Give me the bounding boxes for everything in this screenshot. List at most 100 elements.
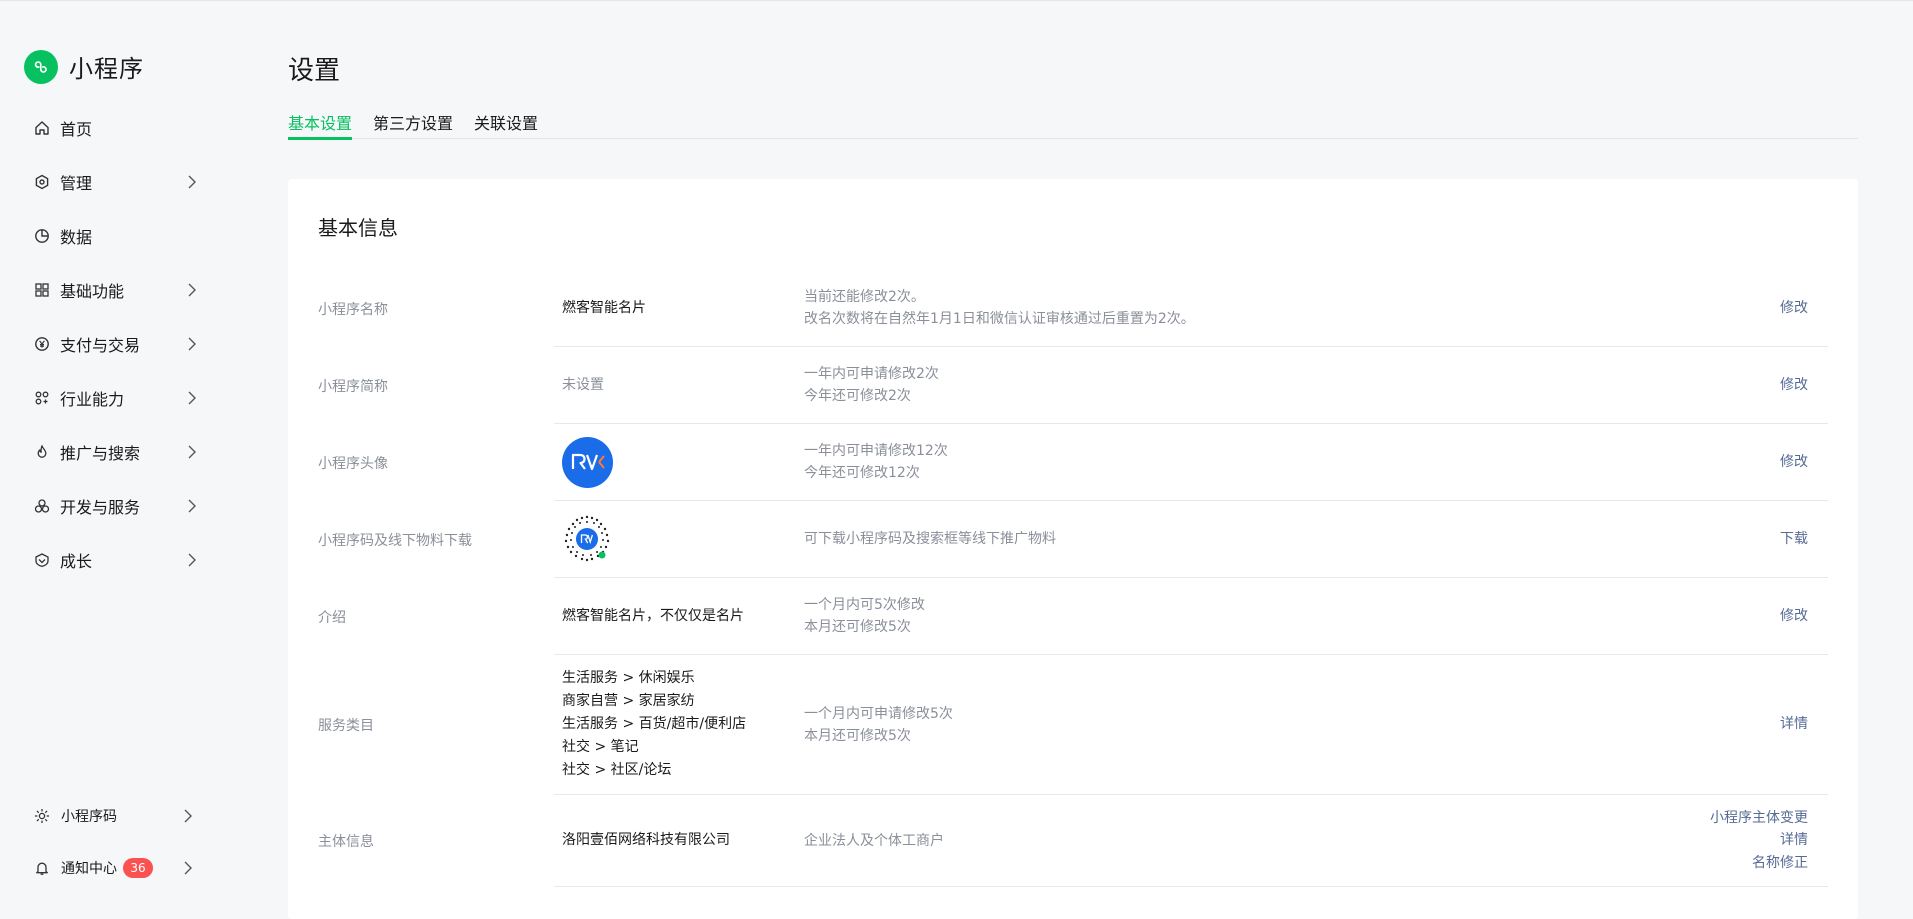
info-row-program-code: 小程序码及线下物料下载 可下载小程序码及搜索框等线下推广物料 下载: [318, 501, 1828, 578]
row-cell: 燃客智能名片 当前还能修改2次。 改名次数将在自然年1月1日和微信认证审核通过后…: [554, 270, 1828, 347]
sidebar-item-label: 基础功能: [60, 282, 125, 301]
sidebar-item-label: 推广与搜索: [60, 444, 141, 463]
row-cell: 燃客智能名片，不仅仅是名片 一个月内可5次修改 本月还可修改5次 修改: [554, 578, 1828, 655]
details-link[interactable]: 详情: [1668, 829, 1808, 852]
description-line: 一年内可申请修改12次: [804, 443, 948, 459]
row-label: 介绍: [318, 609, 346, 626]
modify-link[interactable]: 修改: [1668, 605, 1808, 628]
info-row-name: 小程序名称 燃客智能名片 当前还能修改2次。 改名次数将在自然年1月1日和微信认…: [318, 270, 1828, 347]
home-icon: [33, 119, 51, 137]
sidebar-item-mini-program-code[interactable]: 小程序码: [0, 790, 240, 842]
avatar: [562, 436, 613, 488]
row-value: 未设置: [562, 376, 604, 393]
row-description: 企业法人及个体工商户: [804, 830, 1668, 852]
sidebar-item-label: 行业能力: [60, 390, 125, 409]
info-row-avatar: 小程序头像 一年内可申请修改12次 今年还可修改12次 修改: [318, 424, 1828, 501]
sidebar-item-manage[interactable]: 管理: [0, 155, 240, 209]
sidebar-item-growth[interactable]: 成长: [0, 533, 240, 587]
modify-link[interactable]: 修改: [1668, 297, 1808, 320]
row-cell: 一年内可申请修改12次 今年还可修改12次 修改: [554, 424, 1828, 501]
sidebar-item-industry[interactable]: 行业能力: [0, 371, 240, 425]
basic-info-table: 小程序名称 燃客智能名片 当前还能修改2次。 改名次数将在自然年1月1日和微信认…: [318, 270, 1828, 887]
sidebar-item-label: 管理: [60, 174, 93, 193]
sidebar-item-label: 首页: [60, 120, 93, 139]
chevron-right-icon: [186, 282, 198, 298]
row-actions: 下载: [1668, 528, 1828, 551]
row-actions: 小程序主体变更 详情 名称修正: [1668, 807, 1828, 875]
modify-link[interactable]: 修改: [1668, 451, 1808, 474]
chevron-right-icon: [182, 860, 194, 876]
sidebar-item-home[interactable]: 首页: [0, 101, 240, 155]
modify-link[interactable]: 修改: [1668, 374, 1808, 397]
description-line: 本月还可修改5次: [804, 619, 911, 635]
row-cell: 可下载小程序码及搜索框等线下推广物料 下载: [554, 501, 1828, 578]
row-label: 主体信息: [318, 834, 374, 850]
description-line: 今年还可修改2次: [804, 388, 911, 404]
name-correction-link[interactable]: 名称修正: [1668, 852, 1808, 875]
page-title: 设置: [288, 56, 341, 86]
tab-associated-settings[interactable]: 关联设置: [474, 110, 538, 139]
grid-icon: [33, 281, 51, 299]
row-description: 一年内可申请修改12次 今年还可修改12次: [804, 440, 1668, 484]
sidebar-item-promotion[interactable]: 推广与搜索: [0, 425, 240, 479]
sidebar-item-data[interactable]: 数据: [0, 209, 240, 263]
brand[interactable]: 小程序: [24, 49, 144, 84]
manage-icon: [33, 173, 51, 191]
sidebar: 小程序 首页 管理 数据 基础功能 支付与交易 行业能力 推广与搜索 开发与服务…: [0, 0, 240, 907]
row-value: 洛阳壹佰网络科技有限公司: [562, 832, 730, 848]
growth-icon: [33, 551, 51, 569]
entity-change-link[interactable]: 小程序主体变更: [1668, 807, 1808, 830]
info-row-service-categories: 服务类目 生活服务 > 休闲娱乐 商家自营 > 家居家纺 生活服务 > 百货/超…: [318, 655, 1828, 795]
section-title: 基本信息: [318, 216, 398, 240]
mini-program-code-image: [562, 514, 612, 564]
row-value: [554, 514, 804, 564]
sidebar-item-payment[interactable]: 支付与交易: [0, 317, 240, 371]
row-description: 当前还能修改2次。 改名次数将在自然年1月1日和微信认证审核通过后重置为2次。: [804, 286, 1668, 330]
row-cell: 洛阳壹佰网络科技有限公司 企业法人及个体工商户 小程序主体变更 详情 名称修正: [554, 795, 1828, 887]
yen-coin-icon: [33, 335, 51, 353]
row-description: 一个月内可5次修改 本月还可修改5次: [804, 594, 1668, 638]
row-cell: 未设置 一年内可申请修改2次 今年还可修改2次 修改: [554, 347, 1828, 424]
sidebar-item-label: 小程序码: [61, 809, 117, 825]
industry-icon: [33, 389, 51, 407]
description-line: 改名次数将在自然年1月1日和微信认证审核通过后重置为2次。: [804, 311, 1195, 327]
chevron-right-icon: [182, 808, 194, 824]
basic-info-card: 基本信息 小程序名称 燃客智能名片 当前还能修改2次。 改名次数将在自然年1月1…: [288, 179, 1858, 919]
sidebar-item-basic-features[interactable]: 基础功能: [0, 263, 240, 317]
tab-third-party-settings[interactable]: 第三方设置: [373, 110, 453, 139]
sidebar-item-dev-service[interactable]: 开发与服务: [0, 479, 240, 533]
row-label: 服务类目: [318, 718, 374, 734]
chevron-right-icon: [186, 498, 198, 514]
category-item: 社交 > 笔记: [562, 739, 639, 755]
row-description: 可下载小程序码及搜索框等线下推广物料: [804, 528, 1668, 550]
flame-icon: [33, 443, 51, 461]
description-line: 一个月内可5次修改: [804, 597, 925, 613]
category-item: 生活服务 > 休闲娱乐: [562, 670, 695, 686]
download-link[interactable]: 下载: [1668, 528, 1808, 551]
sidebar-item-notification-center[interactable]: 通知中心 36: [0, 842, 240, 894]
sun-icon: [33, 807, 51, 825]
row-label: 小程序简称: [318, 378, 388, 395]
row-cell: 生活服务 > 休闲娱乐 商家自营 > 家居家纺 生活服务 > 百货/超市/便利店…: [554, 655, 1828, 795]
tab-basic-settings[interactable]: 基本设置: [288, 110, 353, 140]
sidebar-nav: 首页 管理 数据 基础功能 支付与交易 行业能力 推广与搜索 开发与服务 成长: [0, 101, 240, 587]
row-actions: 详情: [1668, 713, 1828, 736]
row-label: 小程序码及线下物料下载: [318, 532, 472, 549]
data-pie-icon: [33, 227, 51, 245]
row-label: 小程序名称: [318, 301, 388, 318]
row-value: 燃客智能名片，不仅仅是名片: [562, 607, 744, 624]
details-link[interactable]: 详情: [1668, 713, 1808, 736]
row-value: 生活服务 > 休闲娱乐 商家自营 > 家居家纺 生活服务 > 百货/超市/便利店…: [554, 667, 804, 782]
top-border: [0, 0, 1913, 1]
chevron-right-icon: [186, 174, 198, 190]
sidebar-item-label: 数据: [60, 228, 93, 247]
settings-tabs: 基本设置 第三方设置 关联设置: [288, 110, 1858, 140]
sidebar-item-label: 开发与服务: [60, 498, 141, 517]
info-row-entity: 主体信息 洛阳壹佰网络科技有限公司 企业法人及个体工商户 小程序主体变更 详情 …: [318, 795, 1828, 887]
description-line: 可下载小程序码及搜索框等线下推广物料: [804, 531, 1056, 547]
row-description: 一年内可申请修改2次 今年还可修改2次: [804, 363, 1668, 407]
row-value: 燃客智能名片: [562, 299, 646, 316]
row-label: 小程序头像: [318, 455, 388, 472]
chevron-right-icon: [186, 444, 198, 460]
chevron-right-icon: [186, 390, 198, 406]
